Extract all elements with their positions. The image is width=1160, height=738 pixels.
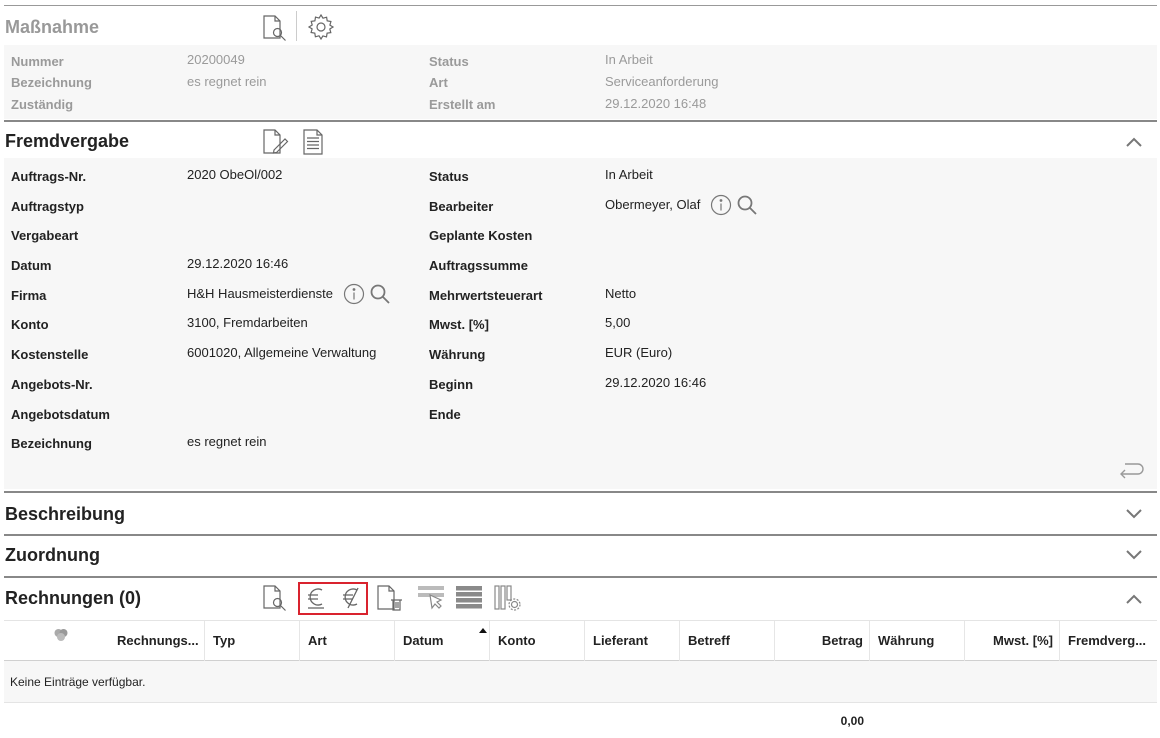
euro-buttons-highlight bbox=[298, 582, 368, 615]
fv-label-kostenstelle: Kostenstelle bbox=[11, 347, 89, 362]
fremdvergabe-header[interactable]: Fremdvergabe bbox=[4, 122, 1157, 158]
fv-value-bearbeiter: Obermeyer, Olaf bbox=[605, 197, 701, 212]
fv-label-mwst: Mwst. [%] bbox=[429, 317, 489, 332]
beschreibung-title: Beschreibung bbox=[5, 504, 126, 524]
expand-chevron-down-icon[interactable] bbox=[1125, 549, 1143, 561]
fv-label-datum: Datum bbox=[11, 258, 52, 273]
fv-label-status: Status bbox=[429, 169, 469, 184]
massnahme-value-art: Serviceanforderung bbox=[605, 74, 719, 89]
column-typ[interactable]: Typ bbox=[205, 621, 300, 661]
document-lines-icon[interactable] bbox=[302, 128, 326, 156]
collapse-chevron-up-icon[interactable] bbox=[1125, 136, 1143, 148]
fv-label-geplante-kosten: Geplante Kosten bbox=[429, 228, 533, 243]
massnahme-panel: Nummer 20200049 Bezeichnung es regnet re… bbox=[4, 45, 1157, 119]
fv-value-bezeichnung: es regnet rein bbox=[187, 434, 267, 449]
fv-label-konto: Konto bbox=[11, 317, 49, 332]
fv-value-status: In Arbeit bbox=[605, 167, 653, 182]
zuordnung-header[interactable]: Zuordnung bbox=[4, 536, 1157, 576]
column-rechnungs[interactable]: Rechnungs... bbox=[109, 621, 205, 661]
return-arrow-icon[interactable] bbox=[1118, 460, 1146, 482]
fv-value-waehrung: EUR (Euro) bbox=[605, 345, 673, 360]
collapse-chevron-up-icon[interactable] bbox=[1125, 593, 1143, 605]
fv-label-auftragssumme: Auftragssumme bbox=[429, 258, 528, 273]
rechnungen-header[interactable]: Rechnungen (0) bbox=[4, 578, 1157, 620]
massnahme-label-status: Status bbox=[429, 54, 469, 69]
column-fremdvergabe[interactable]: Fremdverg... bbox=[1060, 621, 1157, 661]
document-delete-icon[interactable] bbox=[376, 584, 404, 612]
fv-label-waehrung: Währung bbox=[429, 347, 486, 362]
bearbeiter-search-icon[interactable] bbox=[736, 194, 758, 216]
gear-icon[interactable] bbox=[307, 13, 335, 41]
document-edit-icon[interactable] bbox=[262, 128, 290, 156]
fv-value-konto: 3100, Fremdarbeiten bbox=[187, 315, 308, 330]
fv-label-bezeichnung: Bezeichnung bbox=[11, 436, 92, 451]
document-search-icon[interactable] bbox=[262, 14, 288, 42]
column-art[interactable]: Art bbox=[300, 621, 395, 661]
row-status-icon bbox=[53, 627, 69, 643]
fv-label-ende: Ende bbox=[429, 407, 461, 422]
zuordnung-title: Zuordnung bbox=[5, 545, 100, 565]
fv-value-beginn: 29.12.2020 16:46 bbox=[605, 375, 707, 390]
column-betreff[interactable]: Betreff bbox=[680, 621, 775, 661]
rechnungen-title: Rechnungen (0) bbox=[5, 588, 142, 608]
fv-label-mwstart: Mehrwertsteuerart bbox=[429, 288, 543, 303]
rechnungen-table-header: Rechnungs... Typ Art Datum Konto Liefera… bbox=[4, 620, 1157, 661]
column-datum[interactable]: Datum bbox=[395, 621, 490, 661]
document-search-icon[interactable] bbox=[262, 584, 288, 612]
firma-search-icon[interactable] bbox=[369, 283, 391, 305]
massnahme-label-nummer: Nummer bbox=[11, 54, 64, 69]
column-lieferant[interactable]: Lieferant bbox=[585, 621, 680, 661]
massnahme-label-art: Art bbox=[429, 75, 448, 90]
rechnungen-table-body: Keine Einträge verfügbar. bbox=[4, 661, 1157, 703]
fv-label-angebotsnr: Angebots-Nr. bbox=[11, 377, 93, 392]
fv-label-bearbeiter: Bearbeiter bbox=[429, 199, 494, 214]
massnahme-header: Maßnahme bbox=[4, 7, 1157, 45]
toolbar-divider bbox=[296, 11, 297, 41]
fv-label-firma: Firma bbox=[11, 288, 47, 303]
column-betrag[interactable]: Betrag bbox=[775, 621, 870, 661]
column-settings-icon[interactable] bbox=[493, 585, 521, 611]
fv-value-firma: H&H Hausmeisterdienste bbox=[187, 286, 333, 301]
fv-value-datum: 29.12.2020 16:46 bbox=[187, 256, 289, 271]
fv-value-auftragsnr: 2020 ObeOl/002 bbox=[187, 167, 283, 182]
expand-chevron-down-icon[interactable] bbox=[1125, 508, 1143, 520]
massnahme-value-status: In Arbeit bbox=[605, 52, 653, 67]
massnahme-value-erstellt: 29.12.2020 16:48 bbox=[605, 96, 707, 111]
massnahme-title: Maßnahme bbox=[5, 17, 100, 37]
massnahme-label-bezeichnung: Bezeichnung bbox=[11, 75, 92, 90]
bearbeiter-info-icon[interactable] bbox=[710, 194, 732, 216]
fv-label-angebotsdatum: Angebotsdatum bbox=[11, 407, 110, 422]
massnahme-top-line bbox=[4, 5, 1157, 6]
fv-label-auftragstyp: Auftragstyp bbox=[11, 199, 84, 214]
massnahme-label-erstellt: Erstellt am bbox=[429, 97, 496, 112]
sort-ascending-icon[interactable] bbox=[478, 627, 488, 634]
firma-info-icon[interactable] bbox=[343, 283, 365, 305]
rows-list-icon[interactable] bbox=[455, 585, 483, 609]
fv-label-auftragsnr: Auftrags-Nr. bbox=[11, 169, 87, 184]
beschreibung-header[interactable]: Beschreibung bbox=[4, 493, 1157, 534]
fremdvergabe-panel: Auftrags-Nr. 2020 ObeOl/002 Auftragstyp … bbox=[4, 158, 1157, 489]
massnahme-value-nummer: 20200049 bbox=[187, 52, 245, 67]
column-konto[interactable]: Konto bbox=[490, 621, 585, 661]
betrag-total: 0,00 bbox=[840, 714, 864, 728]
column-waehrung[interactable]: Währung bbox=[870, 621, 965, 661]
column-mwst[interactable]: Mwst. [%] bbox=[965, 621, 1060, 661]
massnahme-value-bezeichnung: es regnet rein bbox=[187, 74, 267, 89]
fv-value-kostenstelle: 6001020, Allgemeine Verwaltung bbox=[187, 345, 377, 360]
massnahme-label-zustaendig: Zuständig bbox=[11, 97, 74, 112]
fv-value-mwst: 5,00 bbox=[605, 315, 631, 330]
empty-table-message: Keine Einträge verfügbar. bbox=[10, 675, 146, 689]
fv-value-mwstart: Netto bbox=[605, 286, 637, 301]
fremdvergabe-title: Fremdvergabe bbox=[5, 131, 130, 151]
fv-label-beginn: Beginn bbox=[429, 377, 474, 392]
fv-label-vergabeart: Vergabeart bbox=[11, 228, 79, 243]
select-rows-cursor-icon[interactable] bbox=[416, 584, 446, 610]
